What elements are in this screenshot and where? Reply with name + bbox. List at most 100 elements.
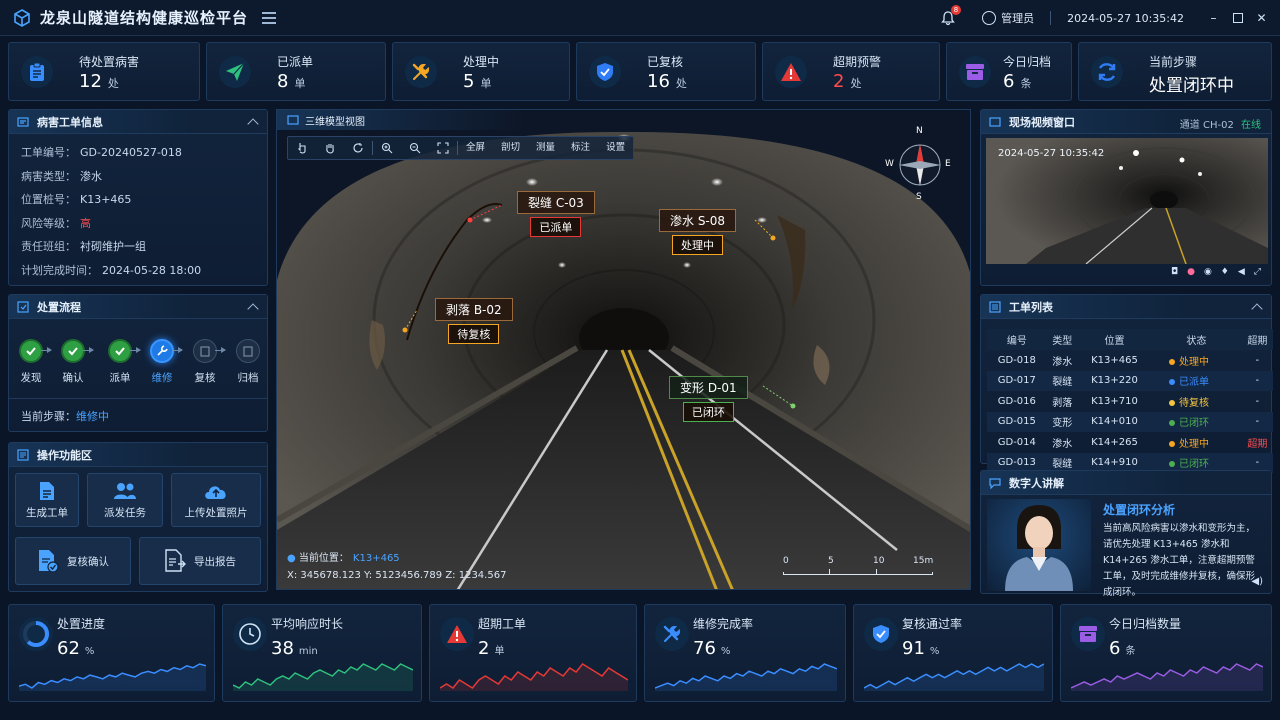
close-icon[interactable]: ✕	[1256, 12, 1267, 24]
video-frame[interactable]: 2024-05-27 10:35:42	[986, 138, 1268, 264]
settings-button[interactable]: 设置	[598, 137, 633, 159]
table-row[interactable]: GD-014 渗水 K14+265 处理中 超期	[987, 432, 1273, 453]
menu-toggle-icon[interactable]	[262, 11, 277, 24]
stat-label: 超期预警	[833, 55, 882, 69]
video-icon	[989, 116, 1001, 127]
export-report-button[interactable]: 导出报告	[139, 537, 261, 585]
kpi-value: 76%	[693, 638, 731, 659]
stat-value: 6条	[1003, 71, 1032, 92]
3d-model-view[interactable]: 三维模型视图 全屏 剖切 测量 标注 设置 N E S W 裂缝 C-03 已派单…	[276, 109, 971, 590]
snapshot-camera-icon[interactable]: ◘	[1171, 267, 1178, 277]
defect-status: 处理中	[672, 235, 724, 255]
progress-ring-icon	[19, 617, 53, 651]
pan-hand-icon[interactable]	[316, 137, 344, 159]
flow-step-0[interactable]: 发现	[11, 339, 51, 385]
stat-label: 待处置病害	[79, 55, 140, 69]
ticket-info-panel: 病害工单信息 工单编号： GD-20240527-018 病害类型： 渗水 位置桩号： K…	[8, 109, 268, 286]
speaker-icon[interactable]: ◀)	[1251, 576, 1263, 587]
table-row[interactable]: GD-017 裂缝 K13+220 已派单 -	[987, 370, 1273, 391]
defect-label-deform[interactable]: 变形 D-01 已闭环	[669, 376, 748, 422]
record-icon[interactable]: ●	[1187, 267, 1195, 277]
collapse-chevron-icon[interactable]	[1251, 303, 1263, 315]
kpi-card-1[interactable]: 平均响应时长 38 min	[222, 604, 422, 702]
zoom-in-icon[interactable]	[373, 137, 401, 159]
coordinates: X: 345678.123 Y: 5123456.789 Z: 1234.567	[287, 570, 507, 581]
3d-view-header: 三维模型视图	[277, 110, 527, 130]
stat-label: 今日归档	[1003, 55, 1052, 69]
table-row[interactable]: GD-015 变形 K14+010 已闭环 -	[987, 411, 1273, 432]
tools-icon	[655, 617, 689, 651]
kpi-card-0[interactable]: 处置进度 62%	[8, 604, 215, 702]
column-header: 超期	[1241, 329, 1273, 350]
stat-card-4[interactable]: 超期预警 2处	[762, 42, 940, 101]
video-title: 现场视频窗口	[1009, 115, 1075, 129]
cube-logo-icon	[14, 8, 30, 27]
compass-n: N	[916, 126, 923, 136]
defect-label-leak[interactable]: 渗水 S-08 处理中	[659, 209, 737, 255]
kpi-sparkline	[1071, 663, 1263, 691]
flow-step-1[interactable]: 确认	[53, 339, 93, 385]
kpi-value: 91%	[902, 638, 940, 659]
stat-card-0[interactable]: 待处置病害 12 处	[8, 42, 200, 101]
table-row[interactable]: GD-018 渗水 K13+465 处理中 -	[987, 350, 1273, 371]
flow-step-2[interactable]: 派单	[100, 339, 140, 385]
fullscreen-icon[interactable]: ⤢	[1254, 267, 1261, 277]
location-pin-icon: ●	[287, 553, 296, 564]
flow-step-4[interactable]: 复核	[185, 339, 225, 385]
operations-icon	[17, 448, 29, 461]
annotate-button[interactable]: 标注	[563, 137, 598, 159]
step-status-icon	[108, 339, 132, 363]
kpi-card-5[interactable]: 今日归档数量 6条	[1060, 604, 1272, 702]
section-button[interactable]: 剖切	[493, 137, 528, 159]
microphone-icon[interactable]: ♦	[1221, 267, 1229, 277]
volume-icon[interactable]: ◀	[1238, 267, 1245, 277]
dispatch-task-button[interactable]: 派发任务	[87, 473, 163, 527]
defect-label-spall[interactable]: 剥落 B-02 待复核	[435, 298, 513, 344]
stat-card-2[interactable]: 处理中 5单	[392, 42, 570, 101]
cloud-upload-icon	[205, 485, 226, 499]
rotate-icon[interactable]	[344, 137, 372, 159]
status-text: 处理中	[1179, 438, 1210, 450]
flow-step-5[interactable]: 归档	[228, 339, 268, 385]
pointer-tool-icon[interactable]	[288, 137, 316, 159]
generate-ticket-button[interactable]: 生成工单	[15, 473, 79, 527]
stat-card-6[interactable]: 当前步骤 处置闭环中	[1078, 42, 1272, 101]
stat-card-1[interactable]: 已派单 8单	[206, 42, 386, 101]
review-confirm-button[interactable]: 复核确认	[15, 537, 131, 585]
stat-card-5[interactable]: 今日归档 6条	[946, 42, 1072, 101]
defect-label-crack[interactable]: 裂缝 C-03 已派单	[517, 191, 595, 237]
status-dot	[1169, 461, 1176, 468]
collapse-chevron-icon[interactable]	[247, 118, 259, 130]
notification-bell-icon[interactable]: 8	[940, 5, 962, 26]
zoom-out-icon[interactable]	[401, 137, 429, 159]
table-row[interactable]: GD-016 剥落 K13+710 待复核 -	[987, 391, 1273, 412]
user-menu[interactable]: 管理员	[982, 10, 1034, 26]
kpi-label: 平均响应时长	[271, 617, 344, 631]
clock-icon	[233, 617, 267, 651]
ticket-row: 病害类型： 渗水	[21, 169, 102, 183]
fit-view-icon[interactable]	[429, 137, 457, 159]
flow-step-3[interactable]: 维修	[142, 339, 182, 385]
shield-check-icon	[864, 617, 898, 651]
defect-status: 已派单	[530, 217, 582, 237]
minimize-icon[interactable]: –	[1208, 12, 1219, 24]
analysis-heading: 处置闭环分析	[1103, 503, 1176, 517]
kpi-card-2[interactable]: 超期工单 2单	[429, 604, 637, 702]
fullscreen-button[interactable]: 全屏	[458, 137, 493, 159]
analysis-text: 当前高风险病害以渗水和变形为主，请优先处理 K13+465 渗水和 K14+26…	[1103, 523, 1256, 598]
maximize-icon[interactable]	[1232, 12, 1243, 24]
upload-photo-button[interactable]: 上传处置照片	[171, 473, 261, 527]
kpi-card-3[interactable]: 维修完成率 76%	[644, 604, 846, 702]
3d-view-icon	[287, 115, 299, 125]
shield-check-icon	[589, 56, 621, 88]
ticket-row: 风险等级：高	[21, 216, 91, 230]
video-channel: 通道 CH-02	[1179, 120, 1234, 131]
archive-icon	[959, 56, 991, 88]
stat-card-3[interactable]: 已复核 16 处	[576, 42, 756, 101]
collapse-chevron-icon[interactable]	[247, 303, 259, 315]
measure-button[interactable]: 测量	[528, 137, 563, 159]
target-icon[interactable]: ◉	[1204, 267, 1212, 277]
status-dot	[1169, 399, 1176, 406]
compass-w: W	[885, 159, 894, 169]
kpi-card-4[interactable]: 复核通过率 91%	[853, 604, 1053, 702]
